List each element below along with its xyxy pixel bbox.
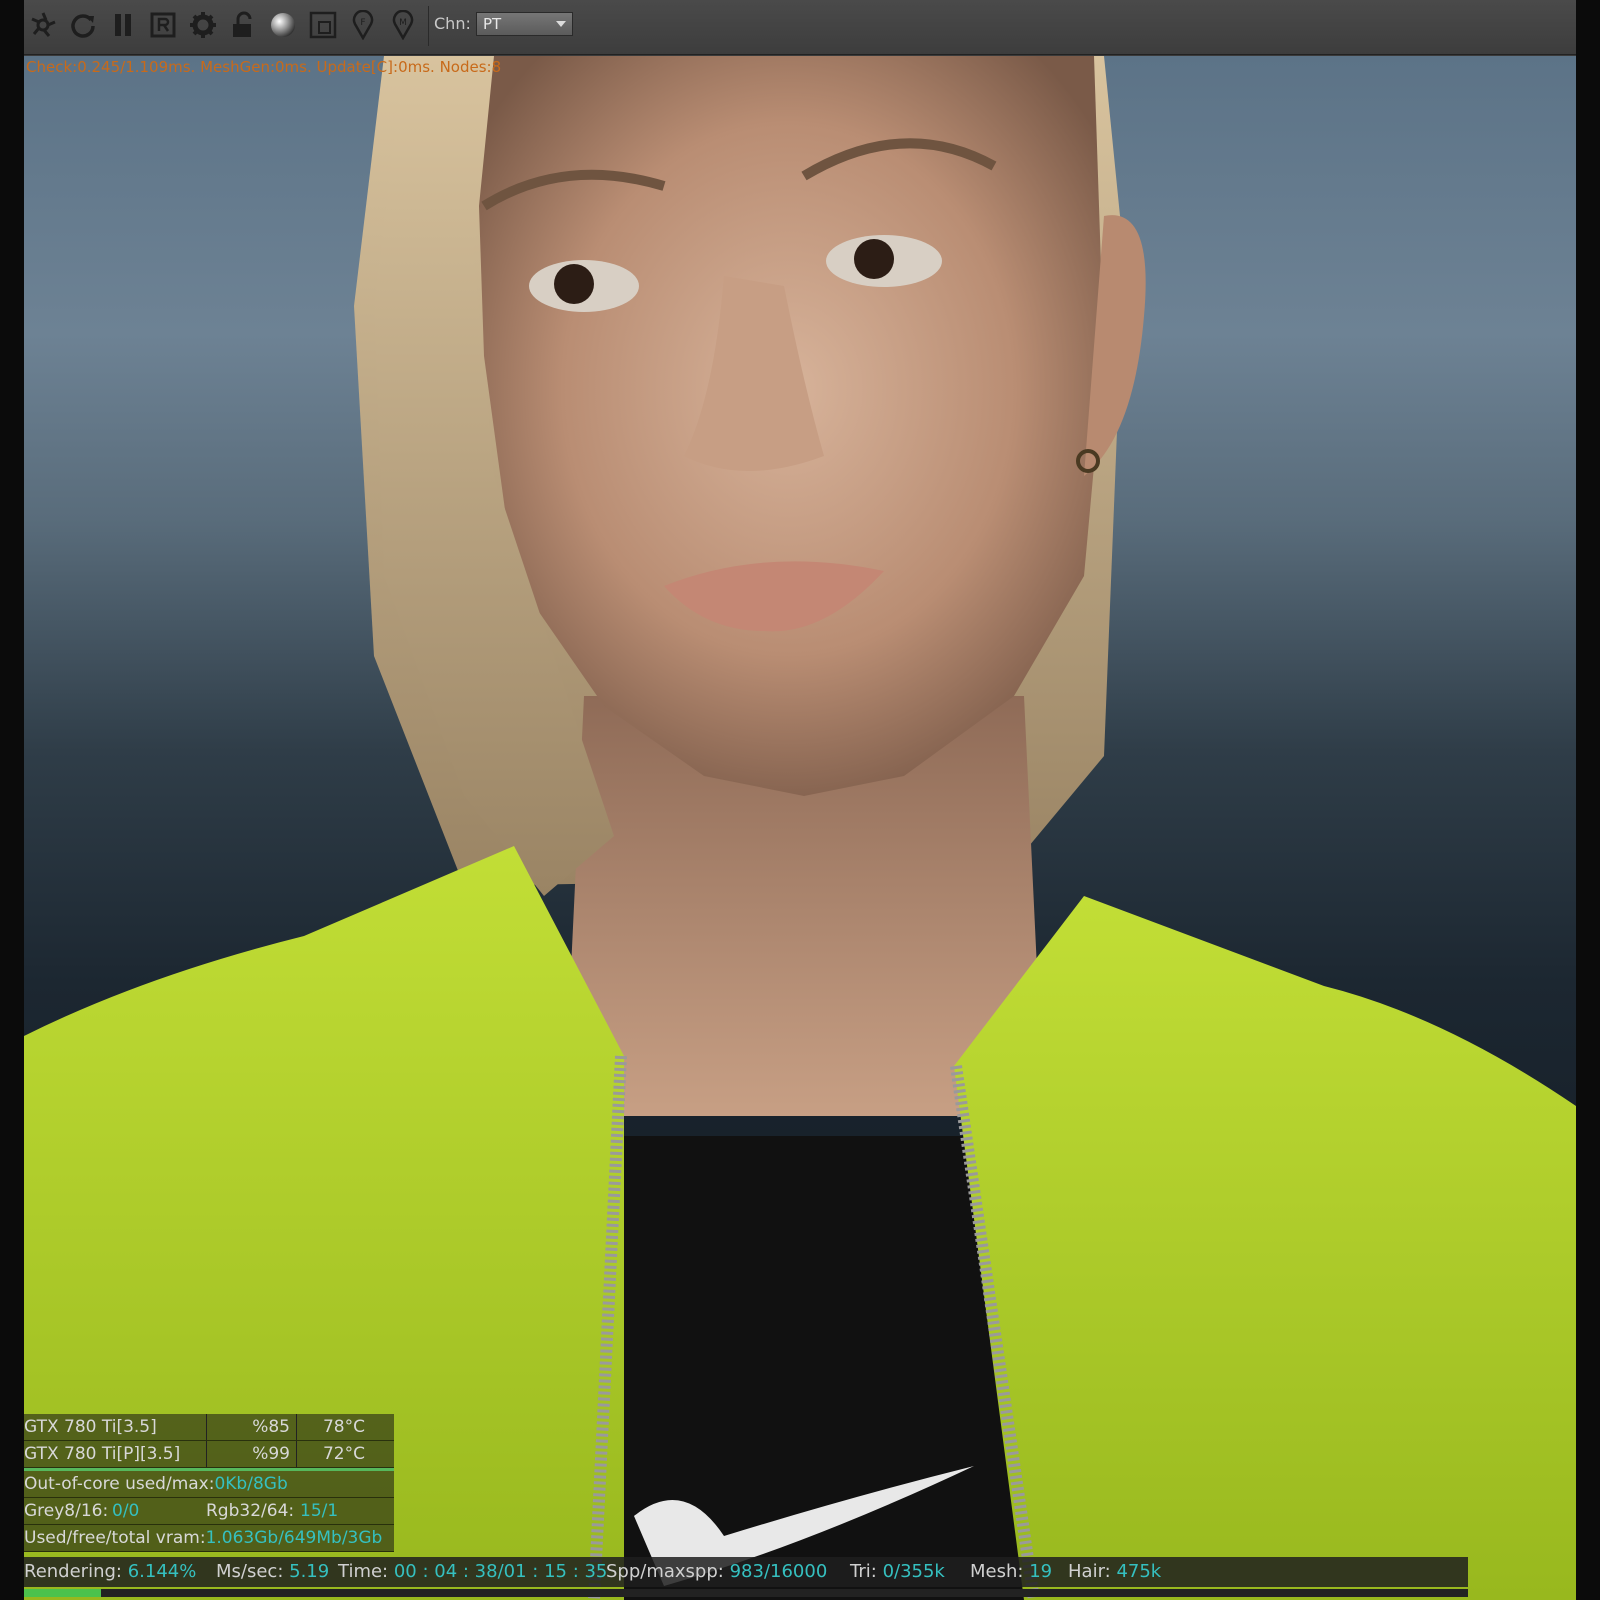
vram-row: Used/free/total vram:1.063Gb/649Mb/3Gb	[24, 1525, 394, 1552]
gpu-row: GTX 780 Ti[P][3.5] %99 72°C	[24, 1441, 394, 1468]
toolbar-separator	[428, 6, 429, 46]
gpu-utilization: %85	[208, 1414, 297, 1440]
spp-stat: Spp/maxspp: 983/16000	[606, 1561, 828, 1582]
pin-f-icon[interactable]: F	[346, 6, 380, 44]
svg-text:F: F	[360, 18, 365, 28]
channel-value: PT	[483, 15, 502, 33]
mesh-value: 19	[1029, 1561, 1053, 1582]
ms-sec-stat: Ms/sec: 5.19	[216, 1561, 330, 1582]
gpu-temperature: 78°C	[322, 1417, 365, 1437]
lock-icon[interactable]	[226, 6, 260, 44]
out-of-core-label: Out-of-core used/max:	[24, 1474, 215, 1494]
aperture-icon[interactable]	[26, 6, 60, 44]
vram-label: Used/free/total vram:	[24, 1528, 206, 1548]
render-progress-fill	[24, 1589, 102, 1597]
rendering-value: 6.144%	[127, 1561, 197, 1582]
tri-stat: Tri: 0/355k	[850, 1561, 945, 1582]
channel-select[interactable]: PT	[476, 12, 573, 36]
ms-sec-value: 5.19	[289, 1561, 330, 1582]
vram-value: 1.063Gb/649Mb/3Gb	[205, 1528, 383, 1548]
pin-m-icon[interactable]: M	[386, 6, 420, 44]
hair-value: 475k	[1116, 1561, 1162, 1582]
spp-value: 983/16000	[729, 1561, 828, 1582]
chevron-down-icon	[556, 21, 566, 27]
pause-icon[interactable]	[106, 6, 140, 44]
tri-value: 0/355k	[882, 1561, 945, 1582]
toolbar: F M	[24, 0, 1576, 55]
jacket-right	[954, 896, 1576, 1600]
status-line: Check:0.245/1.109ms. MeshGen:0ms. Update…	[26, 58, 502, 76]
gpu-row: GTX 780 Ti[3.5] %85 78°C	[24, 1414, 394, 1441]
region-icon[interactable]	[306, 6, 340, 44]
hair-stat: Hair: 475k	[1068, 1561, 1162, 1582]
out-of-core-value: 0Kb/8Gb	[214, 1474, 288, 1494]
render-progress-bar	[24, 1589, 1468, 1597]
render-viewport[interactable]	[24, 56, 1576, 1600]
render-image	[24, 56, 1576, 1600]
svg-text:M: M	[399, 18, 407, 28]
sphere-icon[interactable]	[266, 6, 300, 44]
rgb-value: 15/1	[300, 1501, 339, 1521]
refresh-icon[interactable]	[66, 6, 100, 44]
render-status-bar: Rendering: 6.144% Ms/sec: 5.19 Time: 00 …	[24, 1557, 1468, 1587]
r-box-icon[interactable]	[146, 6, 180, 44]
gpu-temperature: 72°C	[322, 1444, 365, 1464]
textures-row: Grey8/16: 0/0 Rgb32/64: 15/1	[24, 1498, 394, 1525]
rgb-label: Rgb32/64:	[206, 1501, 295, 1521]
grey-value: 0/0	[112, 1501, 140, 1521]
grey-label: Grey8/16:	[24, 1501, 109, 1521]
mesh-stat: Mesh: 19	[970, 1561, 1053, 1582]
out-of-core-row: Out-of-core used/max:0Kb/8Gb	[24, 1471, 394, 1498]
gpu-name: GTX 780 Ti[P][3.5]	[24, 1441, 207, 1467]
time-stat: Time: 00 : 04 : 38/01 : 15 : 35	[338, 1561, 608, 1582]
gear-icon[interactable]	[186, 6, 220, 44]
rendering-stat: Rendering: 6.144%	[24, 1561, 197, 1582]
time-value: 00 : 04 : 38/01 : 15 : 35	[393, 1561, 608, 1582]
gpu-utilization: %99	[208, 1441, 297, 1467]
gpu-name: GTX 780 Ti[3.5]	[24, 1414, 207, 1440]
stats-panel: GTX 780 Ti[3.5] %85 78°C GTX 780 Ti[P][3…	[24, 1414, 394, 1552]
channel-label: Chn:	[434, 14, 471, 33]
